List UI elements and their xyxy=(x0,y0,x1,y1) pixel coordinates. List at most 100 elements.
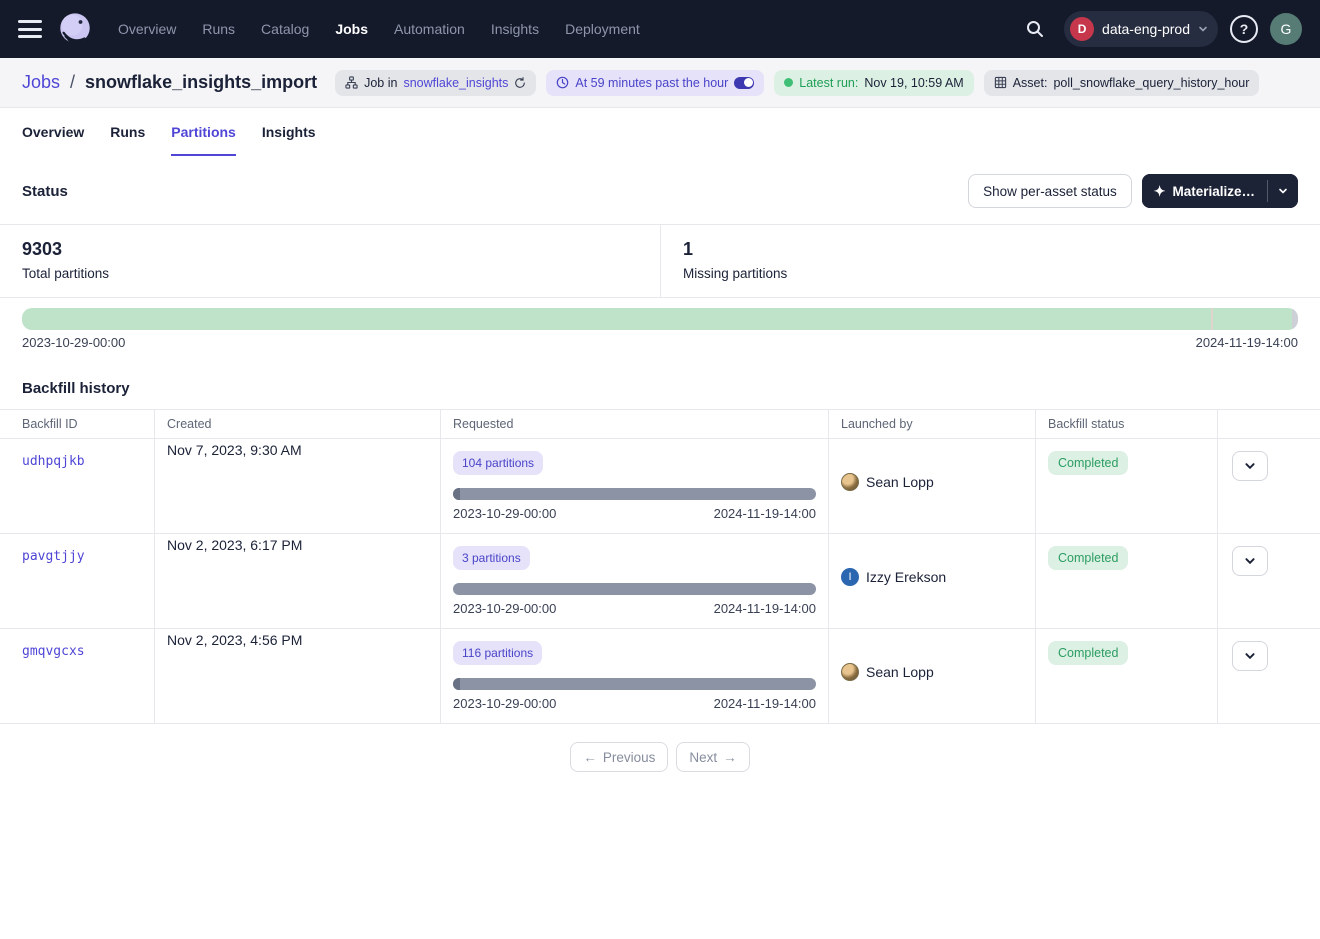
breadcrumb-jobs-link[interactable]: Jobs xyxy=(22,72,60,93)
row-menu-button[interactable] xyxy=(1232,641,1268,671)
top-nav: Overview Runs Catalog Jobs Automation In… xyxy=(0,0,1320,58)
partition-status-bar[interactable] xyxy=(22,308,1298,330)
clock-icon xyxy=(556,76,569,89)
nav-item-overview[interactable]: Overview xyxy=(118,21,176,37)
schedule-badge: At 59 minutes past the hour xyxy=(546,70,764,96)
requested-partitions-pill[interactable]: 3 partitions xyxy=(453,546,530,570)
arrow-right-icon: → xyxy=(723,750,737,765)
chevron-down-icon xyxy=(1278,186,1288,196)
tab-insights[interactable]: Insights xyxy=(262,108,316,156)
run-status-dot-icon xyxy=(784,78,793,87)
dagster-logo-icon[interactable] xyxy=(56,10,94,48)
backfill-id-link[interactable]: pavgtjjy xyxy=(22,546,85,564)
actions-cell xyxy=(1218,629,1320,723)
range-start: 2023-10-29-00:00 xyxy=(453,506,556,521)
requested-range-bar xyxy=(453,678,816,690)
backfill-id-link[interactable]: gmqvgcxs xyxy=(22,641,85,659)
previous-page-button[interactable]: ← Previous xyxy=(570,742,668,772)
nav-item-jobs[interactable]: Jobs xyxy=(335,21,368,37)
next-label: Next xyxy=(689,750,717,765)
requested-cell: 104 partitions 2023-10-29-00:00 2024-11-… xyxy=(441,439,829,533)
next-page-button[interactable]: Next → xyxy=(676,742,749,772)
requested-range-dates: 2023-10-29-00:00 2024-11-19-14:00 xyxy=(453,696,816,711)
partition-range-labels: 2023-10-29-00:00 2024-11-19-14:00 xyxy=(22,335,1298,350)
asset-badge: Asset: poll_snowflake_query_history_hour xyxy=(984,70,1260,96)
missing-partitions-stat: 1 Missing partitions xyxy=(660,225,1320,297)
created-cell: Nov 7, 2023, 9:30 AM xyxy=(155,439,441,533)
deployment-initial-badge: D xyxy=(1070,17,1094,41)
row-menu-button[interactable] xyxy=(1232,451,1268,481)
nav-item-deployment[interactable]: Deployment xyxy=(565,21,640,37)
col-actions xyxy=(1218,410,1320,438)
arrow-left-icon: ← xyxy=(583,750,597,765)
materialize-label: Materialize… xyxy=(1172,184,1255,199)
show-per-asset-status-button[interactable]: Show per-asset status xyxy=(968,174,1132,208)
requested-partitions-pill[interactable]: 104 partitions xyxy=(453,451,543,475)
latest-run-badge: Latest run: Nov 19, 10:59 AM xyxy=(774,70,973,96)
backfill-table-header: Backfill ID Created Requested Launched b… xyxy=(0,409,1320,439)
total-partitions-stat: 9303 Total partitions xyxy=(0,225,660,297)
latest-run-label: Latest run: xyxy=(799,76,858,90)
job-location-prefix: Job in xyxy=(364,76,397,90)
range-start: 2023-10-29-00:00 xyxy=(453,696,556,711)
primary-nav: Overview Runs Catalog Jobs Automation In… xyxy=(118,21,640,37)
reload-icon[interactable] xyxy=(514,77,526,89)
partition-range-start: 2023-10-29-00:00 xyxy=(22,335,125,350)
help-icon[interactable]: ? xyxy=(1230,15,1258,43)
tab-overview[interactable]: Overview xyxy=(22,108,84,156)
col-created: Created xyxy=(155,410,441,438)
materialize-options-button[interactable] xyxy=(1268,174,1298,208)
status-title: Status xyxy=(22,183,68,200)
chevron-down-icon xyxy=(1244,460,1256,472)
status-badge: Completed xyxy=(1048,451,1128,475)
missing-partitions-value: 1 xyxy=(683,239,1298,260)
requested-range-dates: 2023-10-29-00:00 2024-11-19-14:00 xyxy=(453,506,816,521)
asset-grid-icon xyxy=(994,76,1007,89)
partition-range-end: 2024-11-19-14:00 xyxy=(1196,335,1298,350)
pagination: ← Previous Next → xyxy=(0,742,1320,772)
launched-by-cell: Sean Lopp xyxy=(829,629,1036,723)
partition-stats: 9303 Total partitions 1 Missing partitio… xyxy=(0,224,1320,298)
search-icon[interactable] xyxy=(1018,12,1052,46)
range-end: 2024-11-19-14:00 xyxy=(714,601,816,616)
total-partitions-label: Total partitions xyxy=(22,266,638,281)
requested-range-bar xyxy=(453,583,816,595)
status-header: Status Show per-asset status ✦ Materiali… xyxy=(0,156,1320,224)
status-cell: Completed xyxy=(1036,439,1218,533)
page-title: snowflake_insights_import xyxy=(85,72,317,93)
created-cell: Nov 2, 2023, 4:56 PM xyxy=(155,629,441,723)
materialize-button[interactable]: ✦ Materialize… xyxy=(1142,174,1267,208)
nav-item-catalog[interactable]: Catalog xyxy=(261,21,309,37)
actions-cell xyxy=(1218,534,1320,628)
user-avatar[interactable]: G xyxy=(1270,13,1302,45)
table-row: gmqvgcxs Nov 2, 2023, 4:56 PM 116 partit… xyxy=(0,629,1320,724)
user-avatar xyxy=(841,663,859,681)
asset-link[interactable]: poll_snowflake_query_history_hour xyxy=(1053,76,1249,90)
tab-partitions[interactable]: Partitions xyxy=(171,108,236,156)
sitemap-icon xyxy=(345,76,358,89)
latest-run-value[interactable]: Nov 19, 10:59 AM xyxy=(864,76,963,90)
job-tabs: Overview Runs Partitions Insights xyxy=(0,108,1320,156)
requested-range-bar xyxy=(453,488,816,500)
menu-icon[interactable] xyxy=(18,20,42,38)
previous-label: Previous xyxy=(603,750,656,765)
col-launched-by: Launched by xyxy=(829,410,1036,438)
nav-item-automation[interactable]: Automation xyxy=(394,21,465,37)
status-cell: Completed xyxy=(1036,629,1218,723)
launched-by-name: Izzy Erekson xyxy=(866,569,946,585)
nav-item-runs[interactable]: Runs xyxy=(202,21,235,37)
tab-runs[interactable]: Runs xyxy=(110,108,145,156)
actions-cell xyxy=(1218,439,1320,533)
backfill-id-link[interactable]: udhpqjkb xyxy=(22,451,85,469)
backfill-history-title: Backfill history xyxy=(22,380,1298,397)
requested-partitions-pill[interactable]: 116 partitions xyxy=(453,641,542,665)
job-location-badge: Job in snowflake_insights xyxy=(335,70,536,96)
status-actions: Show per-asset status ✦ Materialize… xyxy=(968,174,1298,208)
row-menu-button[interactable] xyxy=(1232,546,1268,576)
job-location-link[interactable]: snowflake_insights xyxy=(403,76,508,90)
missing-partitions-label: Missing partitions xyxy=(683,266,1298,281)
nav-item-insights[interactable]: Insights xyxy=(491,21,539,37)
table-row: pavgtjjy Nov 2, 2023, 6:17 PM 3 partitio… xyxy=(0,534,1320,629)
schedule-toggle[interactable] xyxy=(734,77,754,89)
deployment-switcher[interactable]: D data-eng-prod xyxy=(1064,11,1218,47)
